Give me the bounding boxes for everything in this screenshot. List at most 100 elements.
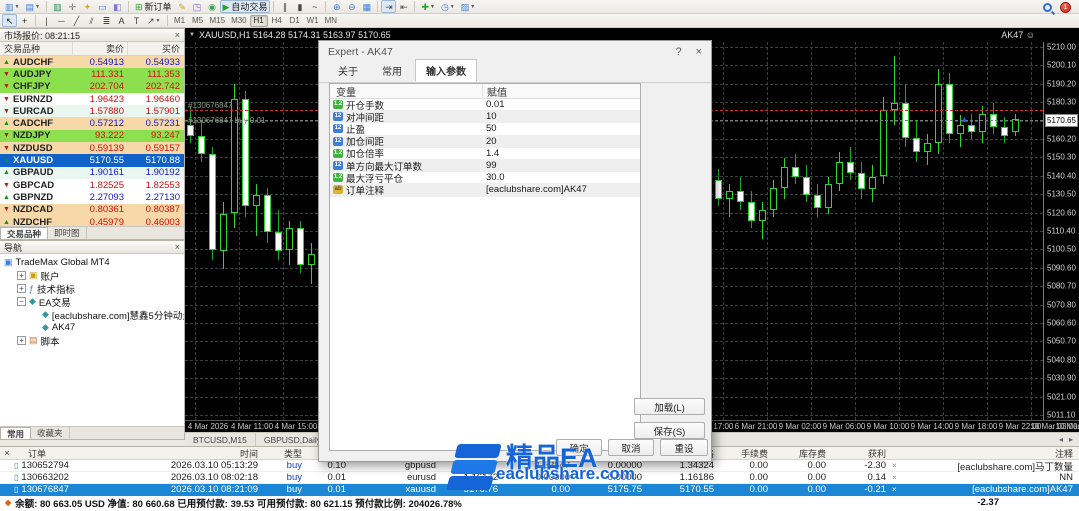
periods-icon[interactable]: ◷▼: [438, 0, 458, 13]
column-header[interactable]: 获利: [832, 447, 892, 460]
timeframe-m30[interactable]: M30: [228, 15, 250, 27]
market-row-audjpy[interactable]: ▼AUDJPY111.331111.353: [0, 68, 184, 80]
mql-community-icon[interactable]: ◳: [190, 0, 205, 13]
templates-icon[interactable]: ▨▼: [458, 0, 478, 13]
market-row-audchf[interactable]: ▲AUDCHF0.549130.54933: [0, 56, 184, 68]
close-icon[interactable]: ×: [0, 448, 14, 458]
column-header[interactable]: 手续费: [720, 447, 774, 460]
close-icon[interactable]: ×: [175, 30, 180, 40]
order-row-130663202[interactable]: ▯1306632022026.03.10 08:02:18buy0.01euru…: [0, 472, 1079, 484]
dialog-tab[interactable]: 输入参数: [415, 59, 477, 82]
order-row-130676847[interactable]: ▯1306768472026.03.10 08:21:09buy0.01xauu…: [0, 484, 1079, 496]
vline-icon[interactable]: |: [39, 14, 54, 27]
nav-ea-huixin[interactable]: ◆[eaclubshare.com]慧鑫5分钟动量交易系统(Z正常: [0, 308, 184, 321]
zoom-out-icon[interactable]: ⊖: [344, 0, 359, 13]
chart-tab-btcusd[interactable]: BTCUSD,M15: [185, 433, 256, 446]
param-value[interactable]: 10: [482, 111, 640, 122]
fibonacci-icon[interactable]: ≣: [99, 14, 114, 27]
column-header[interactable]: 订单: [14, 447, 148, 460]
news-globe-icon[interactable]: ◉: [205, 0, 220, 13]
close-order-icon[interactable]: ×: [892, 485, 908, 494]
tree-expander-icon[interactable]: +: [17, 284, 26, 293]
reset-button[interactable]: 重设: [660, 439, 708, 456]
tab-scroll-arrows[interactable]: ◂▸: [1059, 435, 1079, 444]
nav-scripts[interactable]: +▤脚本: [0, 334, 184, 347]
dialog-tab[interactable]: 常用: [371, 59, 413, 82]
new-chart-icon[interactable]: ▥▼: [2, 0, 22, 13]
timeframe-d1[interactable]: D1: [286, 15, 304, 27]
param-row[interactable]: ab订单注释[eaclubshare.com]AK47: [330, 184, 640, 196]
column-variable[interactable]: 变量: [330, 84, 482, 99]
market-row-nzdusd[interactable]: ▼NZDUSD0.591390.59157: [0, 142, 184, 154]
timeframe-w1[interactable]: W1: [304, 15, 322, 27]
label-icon[interactable]: T: [129, 14, 144, 27]
nav-indicators[interactable]: +ƒ技术指标: [0, 282, 184, 295]
timeframe-mn[interactable]: MN: [322, 15, 340, 27]
strategy-tester-icon[interactable]: ◧: [110, 0, 125, 13]
param-value[interactable]: 1.4: [482, 148, 640, 159]
search-icon[interactable]: [1043, 3, 1052, 12]
trendline-icon[interactable]: ╱: [69, 14, 84, 27]
tree-expander-icon[interactable]: +: [17, 336, 26, 345]
line-chart-icon[interactable]: ~: [307, 0, 322, 13]
crosshair-icon[interactable]: +: [17, 14, 32, 27]
column-symbol[interactable]: 交易品种: [0, 42, 72, 55]
timeframe-m15[interactable]: M15: [207, 15, 229, 27]
param-value[interactable]: 0.01: [482, 99, 640, 110]
column-ask[interactable]: 买价: [127, 42, 184, 55]
arrows-icon[interactable]: ↗▼: [144, 14, 164, 27]
close-icon[interactable]: ×: [175, 242, 180, 252]
market-row-gbpnzd[interactable]: ▲GBPNZD2.270932.27130: [0, 191, 184, 203]
ok-button[interactable]: 确定: [556, 439, 602, 456]
cursor-icon[interactable]: ↖: [2, 14, 17, 27]
text-icon[interactable]: A: [114, 14, 129, 27]
nav-accounts[interactable]: +▣账户: [0, 269, 184, 282]
notification-badge-icon[interactable]: 1: [1060, 2, 1071, 13]
param-value[interactable]: [eaclubshare.com]AK47: [482, 184, 640, 195]
market-row-eurcad[interactable]: ▼EURCAD1.578801.57901: [0, 105, 184, 117]
auto-trading-button[interactable]: ▶自动交易: [220, 0, 271, 13]
market-row-nzdjpy[interactable]: ▼NZDJPY93.22293.247: [0, 130, 184, 142]
cancel-button[interactable]: 取消: [608, 439, 654, 456]
market-watch-icon[interactable]: ▥: [50, 0, 65, 13]
tree-expander-icon[interactable]: −: [17, 297, 26, 306]
tile-windows-icon[interactable]: ▦: [359, 0, 374, 13]
data-window-icon[interactable]: ✛: [65, 0, 80, 13]
timeframe-h1[interactable]: H1: [250, 15, 268, 27]
help-icon[interactable]: ?: [675, 46, 681, 58]
profiles-icon[interactable]: ▤▼: [22, 0, 42, 13]
metaeditor-icon[interactable]: ✎: [175, 0, 190, 13]
price-scale[interactable]: 5210.005200.105190.205180.305170.405160.…: [1044, 42, 1079, 420]
param-value[interactable]: 99: [482, 160, 640, 171]
save-button[interactable]: 保存(S): [634, 422, 705, 439]
close-order-icon[interactable]: ×: [892, 473, 908, 482]
auto-scroll-icon[interactable]: ⇥: [381, 0, 396, 13]
market-row-cadchf[interactable]: ▲CADCHF0.572120.57231: [0, 117, 184, 129]
terminal-icon[interactable]: ▭: [95, 0, 110, 13]
column-header[interactable]: 类型: [264, 447, 308, 460]
param-value[interactable]: 50: [482, 123, 640, 134]
market-row-chfjpy[interactable]: ▼CHFJPY202.704202.742: [0, 81, 184, 93]
param-value[interactable]: 20: [482, 136, 640, 147]
channel-icon[interactable]: ⫽: [84, 14, 99, 27]
load-button[interactable]: 加载(L): [634, 398, 705, 415]
navigator-tab[interactable]: 常用: [0, 427, 31, 439]
new-order-button[interactable]: ⊞新订单: [132, 0, 175, 13]
column-header[interactable]: 库存费: [774, 447, 832, 460]
market-watch-tab[interactable]: 即时图: [48, 227, 87, 239]
market-row-eurnzd[interactable]: ▼EURNZD1.964231.96460: [0, 93, 184, 105]
chevron-down-icon[interactable]: ▼: [189, 32, 195, 38]
nav-ea-ak47[interactable]: ◆AK47: [0, 321, 184, 334]
hline-icon[interactable]: ─: [54, 14, 69, 27]
timeframe-m1[interactable]: M1: [171, 15, 189, 27]
param-value[interactable]: 30.0: [482, 172, 640, 183]
close-icon[interactable]: ×: [696, 46, 702, 58]
column-bid[interactable]: 卖价: [72, 42, 127, 55]
timeframe-m5[interactable]: M5: [189, 15, 207, 27]
dialog-tab[interactable]: 关于: [327, 59, 369, 82]
market-watch-tab[interactable]: 交易品种: [0, 227, 48, 239]
market-row-xauusd[interactable]: ▲XAUUSD5170.555170.88: [0, 154, 184, 166]
nav-root[interactable]: ▣TradeMax Global MT4: [0, 256, 184, 269]
candle-chart-icon[interactable]: ▮: [292, 0, 307, 13]
nav-experts[interactable]: −◆EA交易: [0, 295, 184, 308]
